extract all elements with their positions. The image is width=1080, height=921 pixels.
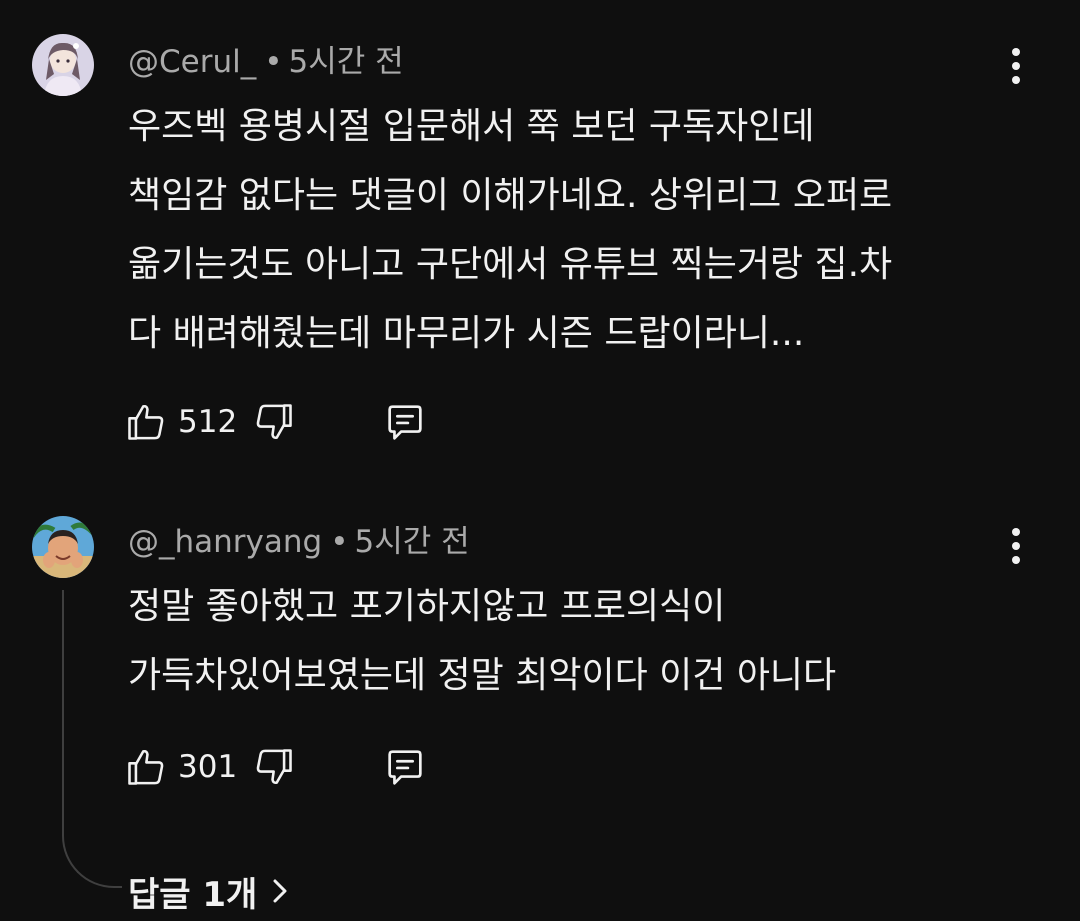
kebab-dot bbox=[1012, 48, 1020, 56]
comment-line: 책임감 없다는 댓글이 이해가네요. 상위리그 오퍼로 bbox=[128, 175, 893, 216]
comment-line: 옮기는것도 아니고 구단에서 유튜브 찍는거랑 집.차 bbox=[128, 244, 893, 285]
more-options-button[interactable] bbox=[1000, 42, 1032, 90]
kebab-dot bbox=[1012, 76, 1020, 84]
reply-comment-icon bbox=[382, 744, 428, 790]
more-options-button[interactable] bbox=[1000, 522, 1032, 570]
replies-count-label: 답글 1개 bbox=[128, 874, 258, 915]
view-replies-button[interactable]: 답글 1개 bbox=[128, 866, 289, 916]
comment-line: 다 배려해줬는데 마무리가 시즌 드랍이라니... bbox=[128, 313, 805, 354]
kebab-dot bbox=[1012, 542, 1020, 550]
reply-button[interactable] bbox=[382, 744, 428, 790]
thumbs-down-icon bbox=[252, 400, 296, 444]
comment-line: 우즈벡 용병시절 입문해서 쭉 보던 구독자인데 bbox=[128, 106, 815, 147]
comment-line: 가득차있어보였는데 정말 최악이다 이건 아니다 bbox=[128, 655, 837, 696]
like-button[interactable]: 512 bbox=[124, 400, 270, 444]
author-name[interactable]: @_hanryang bbox=[128, 524, 322, 560]
dislike-button[interactable] bbox=[252, 745, 296, 789]
comment-actions: 301 bbox=[124, 739, 428, 795]
comment-meta: @Cerul_ • 5시간 전 bbox=[128, 42, 404, 82]
thread-connector-line bbox=[62, 590, 122, 888]
reply-button[interactable] bbox=[382, 399, 428, 445]
avatar-hanryang[interactable] bbox=[32, 516, 94, 578]
reply-comment-icon bbox=[382, 399, 428, 445]
avatar-cerul[interactable] bbox=[32, 34, 94, 96]
thumbs-up-icon bbox=[124, 745, 168, 789]
meta-separator: • bbox=[330, 524, 349, 560]
meta-separator: • bbox=[264, 44, 283, 80]
comment-time: 5시간 전 bbox=[288, 44, 404, 80]
kebab-dot bbox=[1012, 62, 1020, 70]
thumbs-up-icon bbox=[124, 400, 168, 444]
comment-body: 우즈벡 용병시절 입문해서 쭉 보던 구독자인데 책임감 없다는 댓글이 이해가… bbox=[128, 92, 1028, 368]
comment-line: 정말 좋아했고 포기하지않고 프로의식이 bbox=[128, 586, 726, 627]
kebab-dot bbox=[1012, 528, 1020, 536]
comment-meta: @_hanryang • 5시간 전 bbox=[128, 522, 470, 562]
comment-time: 5시간 전 bbox=[354, 524, 470, 560]
author-name[interactable]: @Cerul_ bbox=[128, 44, 256, 80]
like-button[interactable]: 301 bbox=[124, 745, 270, 789]
chevron-right-icon bbox=[257, 877, 289, 905]
kebab-dot bbox=[1012, 556, 1020, 564]
comment-actions: 512 bbox=[124, 394, 428, 450]
comment-body: 정말 좋아했고 포기하지않고 프로의식이 가득차있어보였는데 정말 최악이다 이… bbox=[128, 572, 1028, 710]
thumbs-down-icon bbox=[252, 745, 296, 789]
dislike-button[interactable] bbox=[252, 400, 296, 444]
